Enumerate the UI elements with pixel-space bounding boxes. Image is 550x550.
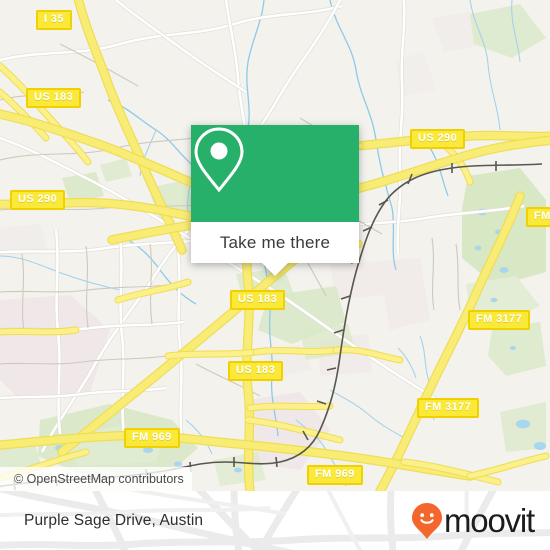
map-canvas[interactable]: .land{fill:#f3f2ed;} .park{fill:#d8e8c5;… — [0, 0, 550, 491]
location-pin-icon — [194, 127, 244, 193]
place-title: Purple Sage Drive, Austin — [24, 511, 204, 529]
callout-pointer-tail — [262, 263, 288, 276]
take-me-there-label: Take me there — [219, 232, 331, 252]
road-shield-fm3177-ne: FM 3177 — [468, 310, 531, 330]
road-shield-fm969-s: FM 969 — [307, 465, 363, 485]
road-shield-us290-ne: US 290 — [410, 129, 466, 149]
road-shield-us183-mid: US 183 — [230, 290, 286, 310]
road-shield-us183-nw: US 183 — [26, 88, 82, 108]
map-attribution[interactable]: © OpenStreetMap contributors — [0, 467, 192, 491]
road-shield-fm-edge: FM — [526, 207, 550, 227]
take-me-there-button[interactable]: Take me there — [191, 222, 359, 276]
moovit-wordmark: moovit — [444, 502, 535, 539]
road-shield-i35: I 35 — [36, 10, 72, 30]
moovit-smiley-pin-icon — [412, 502, 442, 539]
road-shield-fm3177-se: FM 3177 — [417, 398, 480, 418]
road-shield-fm969-w: FM 969 — [124, 428, 180, 448]
moovit-logo[interactable]: moovit — [411, 502, 535, 540]
moovit-map-screen: .land{fill:#f3f2ed;} .park{fill:#d8e8c5;… — [0, 0, 550, 550]
destination-callout-card[interactable]: Take me there — [191, 125, 359, 276]
footer-bar: Purple Sage Drive, Austin moovit — [0, 491, 550, 550]
road-shield-us290-w: US 290 — [10, 190, 66, 210]
callout-image-area — [191, 125, 359, 222]
road-shield-us183-s: US 183 — [228, 361, 284, 381]
attribution-text: © OpenStreetMap contributors — [14, 472, 184, 486]
